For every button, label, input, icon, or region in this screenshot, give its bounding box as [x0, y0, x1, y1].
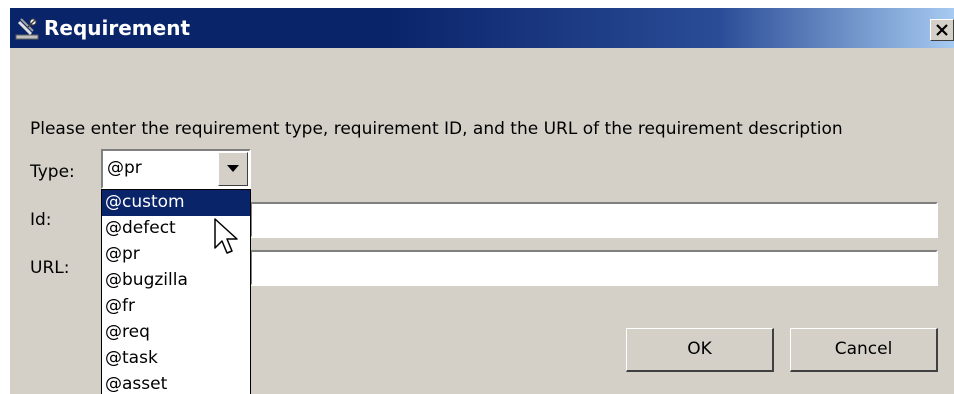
- requirement-dialog: Requirement Please enter the requirement…: [10, 8, 954, 394]
- close-icon: [936, 24, 948, 36]
- instruction-text: Please enter the requirement type, requi…: [30, 119, 843, 139]
- satellite-icon: [15, 16, 41, 40]
- mouse-pointer-icon: [214, 218, 238, 254]
- window-title: Requirement: [44, 16, 191, 40]
- id-label: Id:: [30, 210, 52, 230]
- type-dropdown-button[interactable]: [218, 152, 248, 186]
- type-option-custom[interactable]: @custom: [102, 190, 250, 216]
- type-select[interactable]: @pr: [101, 149, 251, 189]
- type-select-value: @pr: [107, 158, 142, 178]
- type-label: Type:: [30, 162, 75, 182]
- url-input[interactable]: [250, 250, 938, 286]
- type-option-fr[interactable]: @fr: [102, 294, 250, 320]
- type-option-task[interactable]: @task: [102, 346, 250, 372]
- type-option-bugzilla[interactable]: @bugzilla: [102, 268, 250, 294]
- ok-button[interactable]: OK: [626, 328, 774, 372]
- type-option-asset[interactable]: @asset: [102, 372, 250, 394]
- type-option-req[interactable]: @req: [102, 320, 250, 346]
- chevron-down-icon: [227, 165, 239, 172]
- title-bar[interactable]: Requirement: [10, 8, 954, 48]
- close-button[interactable]: [930, 19, 954, 41]
- url-label: URL:: [30, 258, 70, 278]
- id-input[interactable]: [250, 202, 938, 238]
- cancel-button[interactable]: Cancel: [790, 328, 938, 372]
